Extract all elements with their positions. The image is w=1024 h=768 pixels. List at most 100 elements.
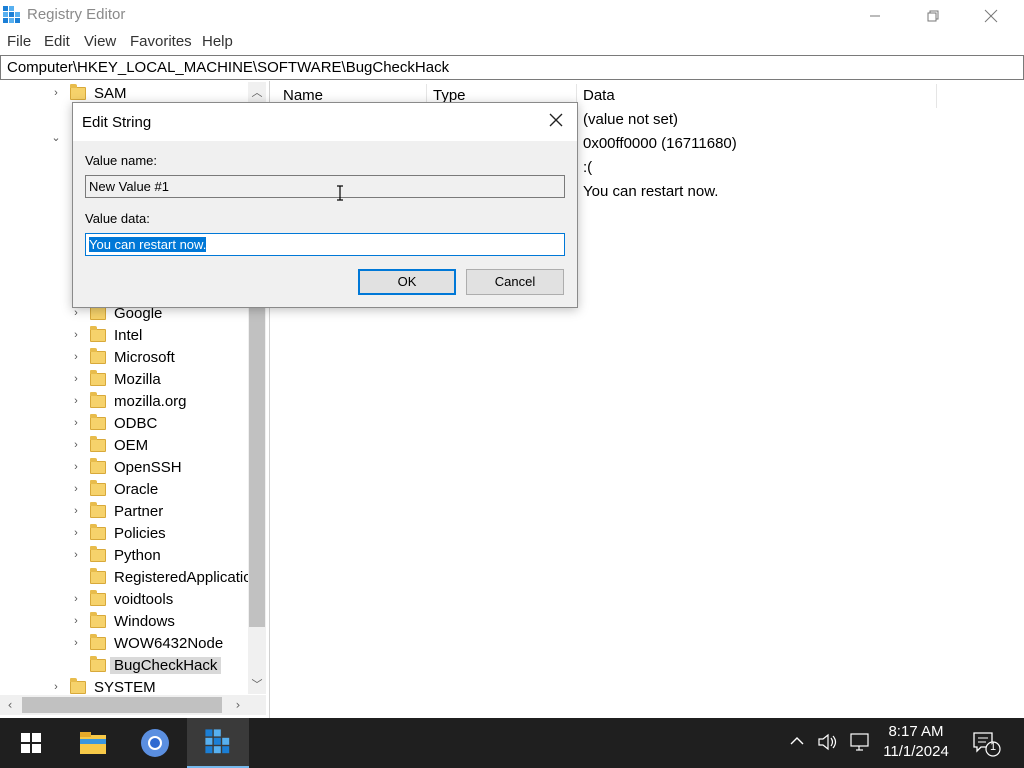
tree-item[interactable]: › Windows	[70, 610, 175, 632]
restore-icon	[927, 10, 939, 21]
restore-button[interactable]	[904, 0, 962, 31]
chevron-right-icon[interactable]: ›	[50, 87, 62, 99]
tree-item-label: RegisteredApplicatic	[114, 568, 251, 586]
taskbar-file-explorer[interactable]	[62, 718, 124, 768]
window-title: Registry Editor	[27, 6, 126, 23]
tree-item-label: Partner	[114, 502, 164, 520]
chevron-right-icon[interactable]: ›	[70, 637, 82, 649]
title-bar: Registry Editor	[0, 0, 1024, 31]
ok-button[interactable]: OK	[358, 269, 456, 295]
menu-favorites[interactable]: Favorites	[130, 33, 192, 50]
tree-item-label: OEM	[114, 436, 149, 454]
start-button[interactable]	[0, 718, 62, 768]
tree-item[interactable]: BugCheckHack	[70, 654, 222, 676]
windows-logo-icon	[21, 733, 41, 753]
menu-help[interactable]: Help	[202, 33, 233, 50]
value-name-field[interactable]: New Value #1	[85, 175, 565, 198]
dialog-title-bar: Edit String	[73, 103, 577, 141]
chevron-right-icon[interactable]: ›	[70, 527, 82, 539]
scroll-down-icon[interactable]: ﹀	[248, 676, 266, 694]
taskbar-registry-editor[interactable]	[187, 718, 249, 768]
tree-item-label: Oracle	[114, 480, 159, 498]
chevron-right-icon[interactable]: ›	[70, 615, 82, 627]
chevron-right-icon[interactable]: ›	[70, 439, 82, 451]
scroll-up-icon[interactable]: ︿	[248, 84, 266, 102]
volume-button[interactable]	[817, 732, 839, 768]
value-data-field[interactable]: You can restart now.	[85, 233, 565, 256]
scroll-left-icon[interactable]: ‹	[0, 695, 20, 715]
tree-item[interactable]: › Partner	[70, 500, 163, 522]
chevron-right-icon[interactable]: ›	[70, 549, 82, 561]
taskbar-chromium[interactable]	[124, 718, 186, 768]
notification-icon	[973, 732, 1001, 757]
menu-file[interactable]: File	[7, 33, 31, 50]
chevron-right-icon[interactable]: ›	[70, 329, 82, 341]
value-data-cell[interactable]: You can restart now.	[583, 183, 718, 200]
tree-item[interactable]: › Intel	[70, 324, 142, 346]
registry-editor-icon	[3, 6, 20, 23]
tree-item-sam[interactable]: › SAM	[50, 82, 127, 104]
network-button[interactable]	[848, 732, 870, 768]
tree-item-label: ODBC	[114, 414, 158, 432]
value-data-cell[interactable]: (value not set)	[583, 111, 678, 128]
menu-edit[interactable]: Edit	[44, 33, 70, 50]
tree-horizontal-scrollbar[interactable]: ‹ ›	[0, 695, 266, 715]
speaker-icon	[818, 733, 837, 751]
close-button[interactable]	[962, 0, 1020, 31]
tree-item[interactable]: › OpenSSH	[70, 456, 182, 478]
folder-icon	[90, 435, 106, 452]
address-path: Computer\HKEY_LOCAL_MACHINE\SOFTWARE\Bug…	[7, 59, 450, 76]
chevron-right-icon[interactable]: ›	[70, 483, 82, 495]
tree-item-label: voidtools	[114, 590, 174, 608]
chevron-right-icon[interactable]: ›	[50, 681, 62, 693]
selected-text: You can restart now.	[89, 237, 207, 252]
tree-item-label: BugCheckHack	[110, 656, 222, 674]
chevron-right-icon[interactable]: ›	[70, 505, 82, 517]
address-bar[interactable]: Computer\HKEY_LOCAL_MACHINE\SOFTWARE\Bug…	[0, 55, 1024, 80]
menu-view[interactable]: View	[84, 33, 116, 50]
action-center-button[interactable]: 1	[972, 730, 1002, 768]
tree-item[interactable]: › Mozilla	[70, 368, 161, 390]
folder-icon	[90, 347, 106, 364]
tree-item[interactable]: › voidtools	[70, 588, 173, 610]
chevron-right-icon[interactable]: ›	[70, 373, 82, 385]
value-data-label: Value data:	[85, 211, 150, 226]
tree-item[interactable]: › Python	[70, 544, 161, 566]
tree-item[interactable]: › mozilla.org	[70, 390, 187, 412]
tree-item-label: Python	[114, 546, 161, 564]
value-data-cell[interactable]: 0x00ff0000 (16711680)	[583, 135, 737, 152]
column-header-data[interactable]: Data	[576, 84, 937, 108]
scrollbar-thumb[interactable]	[249, 292, 265, 627]
tree-item-label: SAM	[94, 84, 127, 102]
clock-date: 11/1/2024	[883, 743, 949, 760]
chevron-right-icon[interactable]: ›	[70, 351, 82, 363]
cancel-button[interactable]: Cancel	[466, 269, 564, 295]
chevron-right-icon[interactable]: ›	[70, 417, 82, 429]
clock-time: 8:17 AM	[888, 723, 944, 740]
tree-item-software[interactable]: ⌄	[50, 126, 70, 148]
tree-item[interactable]: › OEM	[70, 434, 148, 456]
tree-item[interactable]: RegisteredApplicatic	[70, 566, 251, 588]
scroll-right-icon[interactable]: ›	[228, 695, 248, 715]
tree-item[interactable]: › ODBC	[70, 412, 157, 434]
chevron-right-icon[interactable]: ›	[70, 307, 82, 319]
chevron-right-icon[interactable]: ›	[70, 461, 82, 473]
chevron-right-icon[interactable]: ›	[70, 395, 82, 407]
dialog-close-button[interactable]	[541, 109, 571, 135]
scrollbar-thumb[interactable]	[22, 697, 222, 713]
show-hidden-icons-button[interactable]	[788, 732, 806, 768]
folder-icon	[90, 457, 106, 474]
tree-item[interactable]: › Policies	[70, 522, 166, 544]
tree-item[interactable]: › Microsoft	[70, 346, 175, 368]
value-data-cell[interactable]: :(	[583, 159, 592, 176]
minimize-button[interactable]	[846, 0, 904, 31]
folder-icon	[70, 83, 86, 100]
folder-icon	[90, 369, 106, 386]
folder-icon	[90, 413, 106, 430]
tree-item-label: SYSTEM	[94, 678, 156, 696]
chevron-right-icon[interactable]: ›	[70, 593, 82, 605]
tree-item[interactable]: › Oracle	[70, 478, 158, 500]
clock[interactable]: 8:17 AM 11/1/2024	[870, 722, 962, 762]
tree-item[interactable]: › WOW6432Node	[70, 632, 223, 654]
chevron-down-icon[interactable]: ⌄	[50, 131, 62, 144]
